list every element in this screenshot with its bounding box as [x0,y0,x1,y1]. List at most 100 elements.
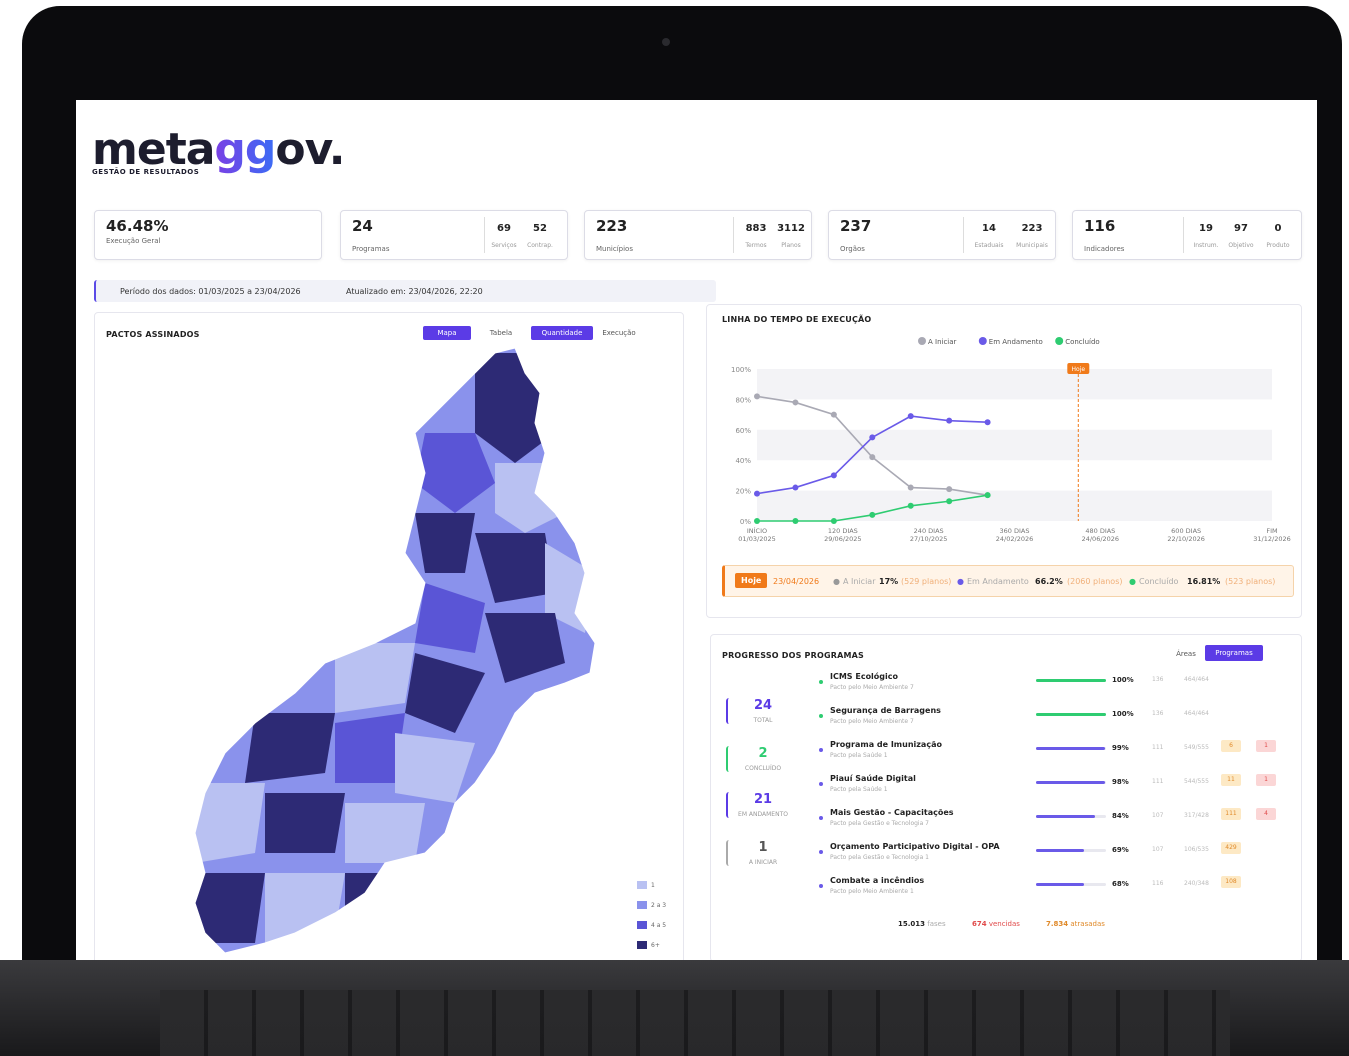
x-tick-date: 31/12/2026 [1253,535,1290,543]
progress-bar [1036,883,1106,886]
progress-pct: 100% [1112,676,1134,684]
program-count: 111 [1152,744,1164,751]
program-name: Combate a incêndios [830,876,925,885]
legend-item: 6+ [637,935,666,955]
program-ratio: 544/555 [1184,778,1209,785]
progress-bar [1036,747,1106,750]
today-tag: Hoje [735,573,768,588]
map-region[interactable] [345,803,425,863]
progress-fill [1036,713,1106,716]
x-tick-date: 27/10/2025 [910,535,947,543]
concluido-dot: ● [1129,577,1136,586]
x-tick-label: 360 DIAS [1000,527,1030,535]
program-name: Mais Gestão - Capacitações [830,808,954,817]
map-panel: PACTOS ASSINADOS Mapa Tabela Quantidade … [94,312,684,960]
program-row[interactable]: ICMS Ecológico Pacto pelo Meio Ambiente 7… [816,670,1296,700]
kpi-card-indicadores[interactable]: 116 Indicadores 19 Instrum. 97 Objetivo 0 P… [1072,210,1302,260]
overdue-badge: 4 [1256,808,1276,820]
late-badge: 6 [1221,740,1241,752]
program-name: Segurança de Barragens [830,706,941,715]
data-point [754,518,760,524]
x-tick-label: 600 DIAS [1171,527,1201,535]
overdue-badge: 1 [1256,740,1276,752]
data-point [946,498,953,505]
progress-pct: 99% [1112,744,1129,752]
kpi-sub-label: Objetivo [1228,242,1254,249]
kpi-card-municipios[interactable]: 223 Municípios 883 Termos 3112 Planos [584,210,812,260]
kpi-card-orgaos[interactable]: 237 Orgãos 14 Estaduais 223 Municipais [828,210,1056,260]
kpi-sub-value: 69 [497,223,511,234]
program-row[interactable]: Combate a incêndios Pacto pelo Meio Ambie… [816,874,1296,904]
a-iniciar-count: (529 planos) [901,577,952,586]
map-region[interactable] [245,713,335,783]
y-tick-label: 60% [735,427,751,435]
legend-marker [1055,337,1064,345]
program-ratio: 464/464 [1184,676,1209,683]
overdue-badge [1256,706,1276,718]
program-ratio: 464/464 [1184,710,1209,717]
period-range: Período dos dados: 01/03/2025 a 23/04/20… [120,287,301,296]
progress-bar [1036,815,1106,818]
program-row[interactable]: Orçamento Participativo Digital - OPA Pac… [816,840,1296,870]
execution-timeline-chart[interactable]: 0% 20% 40% 60% 80% 100% INÍCIO01/03/2025 120 DI… [707,329,1301,579]
kpi-value: 46.48% [106,217,169,235]
program-ratio: 317/428 [1184,812,1209,819]
stat-concluido: 2 CONCLUÍDO [726,746,798,772]
kpi-label: Municípios [596,245,633,253]
x-tick-label: 240 DIAS [914,527,944,535]
program-row[interactable]: Segurança de Barragens Pacto pelo Meio Am… [816,704,1296,734]
kpi-sub-value: 3112 [777,223,805,234]
webcam [662,38,670,46]
status-dot [819,850,823,854]
map-region[interactable] [345,873,415,923]
programs-title: PROGRESSO DOS PROGRAMAS [722,651,865,660]
program-name: Piauí Saúde Digital [830,774,916,783]
progress-fill [1036,679,1106,682]
kpi-sub-label: Contrap. [527,242,553,249]
status-dot [819,816,823,820]
map-region[interactable] [195,783,265,863]
kpi-card-execucao[interactable]: 46.48% Execução Geral [94,210,322,260]
a-iniciar-dot: ● [833,577,840,586]
data-point [869,434,876,441]
map-region[interactable] [265,873,345,943]
overdue-badge [1256,672,1276,684]
footer-fases: 15.013 fases [898,920,946,928]
y-tick-label: 40% [735,457,751,465]
legend-label: Em Andamento [989,338,1043,346]
x-tick-label: FIM [1266,527,1277,535]
stat-total: 24 TOTAL [726,698,798,724]
program-count: 136 [1152,676,1164,683]
stat-label: EM ANDAMENTO [738,811,788,818]
andamento-label: Em Andamento [967,577,1029,586]
footer-vencidas: 674 vencidas [972,920,1020,928]
kpi-sub-value: 883 [745,223,767,234]
program-row[interactable]: Programa de Imunização Pacto pela Saúde 1… [816,738,1296,768]
program-row[interactable]: Mais Gestão - Capacitações Pacto pela Ges… [816,806,1296,836]
map-region[interactable] [195,873,265,943]
map-region[interactable] [335,643,415,713]
kpi-card-programas[interactable]: 24 Programas 69 Serviços 52 Contrap. [340,210,568,260]
today-badge-label: Hoje [1072,366,1086,373]
kpi-sub-label: Termos [745,242,767,249]
progress-fill [1036,849,1085,852]
legend-marker [978,337,987,345]
kpi-label: Orgãos [840,245,865,253]
map-region[interactable] [265,793,345,853]
stat-label: CONCLUÍDO [744,765,782,772]
tab-programas[interactable]: Programas [1205,645,1263,661]
map-region[interactable] [335,713,405,783]
stat-a-iniciar: 1 A INICIAR [726,840,798,866]
kpi-sub-value: 223 [1021,223,1043,234]
map-region[interactable] [415,513,475,573]
progress-pct: 68% [1112,880,1129,888]
today-summary-bar: Hoje 23/04/2026 ● A Iniciar 17% (529 pla… [722,565,1294,597]
dashboard-screen: metaggov. GESTÃO DE RESULTADOS 46.48% Ex… [76,100,1317,960]
y-tick-label: 80% [735,396,751,404]
program-row[interactable]: Piauí Saúde Digital Pacto pela Saúde 1 98%… [816,772,1296,802]
legend-label: Concluído [1065,338,1100,346]
overdue-badge [1256,842,1276,854]
stat-value: 1 [758,840,768,855]
piaui-choropleth-map[interactable] [95,313,683,960]
tab-areas[interactable]: Áreas [1171,647,1201,661]
